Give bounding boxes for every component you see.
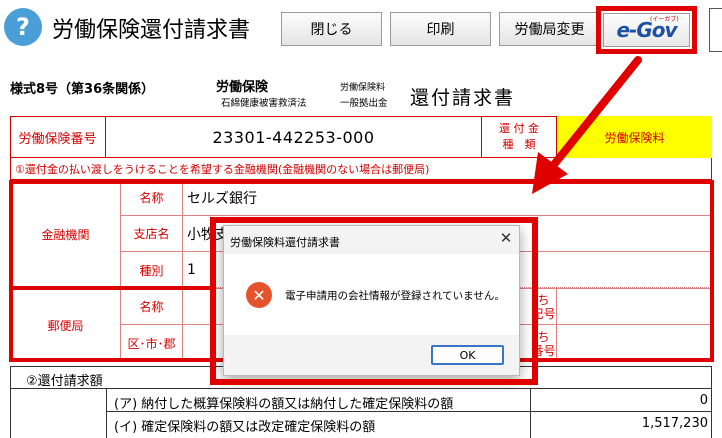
app-title: 労働保険還付請求書 bbox=[52, 18, 251, 43]
form-number: 様式8号（第36条関係） bbox=[10, 82, 155, 97]
section2-col-divider bbox=[106, 388, 107, 438]
bureau-change-button[interactable]: 労働局変更 bbox=[499, 12, 600, 46]
dialog-highlight-box bbox=[210, 217, 538, 385]
label-hoken: 労働保険 bbox=[216, 80, 269, 95]
red-arrow-icon bbox=[532, 56, 642, 194]
egov-ruby: (イーガブ) bbox=[650, 16, 679, 23]
insurance-number-value[interactable]: 23301-442253-000 bbox=[106, 116, 481, 158]
section2-divider bbox=[10, 388, 712, 389]
insurance-number-label: 労働保険番号 bbox=[10, 116, 106, 158]
row2-label: (イ) 確定保険料の額又は改定確定保険料の額 bbox=[114, 420, 376, 435]
row1-value[interactable]: 0 bbox=[530, 393, 708, 408]
label-sekimen: 石綿健康被害救済法 bbox=[221, 98, 307, 109]
help-icon[interactable]: ? bbox=[4, 8, 42, 46]
refund-amount-title: ②還付請求額 bbox=[26, 374, 103, 389]
close-button[interactable]: 閉じる bbox=[281, 12, 382, 46]
document-title: 還付請求書 bbox=[410, 87, 516, 109]
row1-label: (ア) 納付した概算保険料の額又は納付した確定保険料の額 bbox=[114, 397, 454, 412]
label-ippan: 一般拠出金 bbox=[340, 98, 388, 109]
bank-highlight-divider bbox=[9, 286, 215, 290]
label-hokenryo: 労働保険料 bbox=[340, 83, 386, 93]
print-button[interactable]: 印刷 bbox=[390, 12, 491, 46]
row2-value[interactable]: 1,517,230 bbox=[530, 416, 708, 431]
partial-button[interactable] bbox=[709, 8, 722, 52]
